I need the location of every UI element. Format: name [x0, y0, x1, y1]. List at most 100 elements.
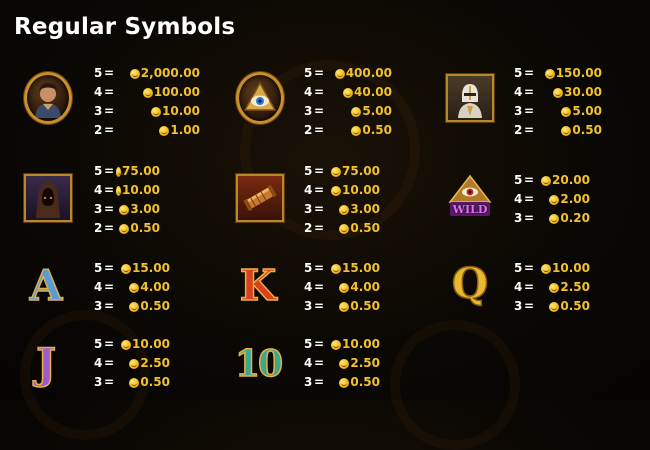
coin-icon — [351, 125, 362, 136]
pay-row: 3 = 10.00 — [94, 104, 200, 118]
coin-icon — [129, 358, 140, 369]
pay-row: 4 = 10.00 — [94, 183, 160, 197]
paytable-warrior: 5 = 2,000.00 4 = 100.00 3 = 10.00 2 = 1.00 — [94, 64, 200, 140]
coin-icon — [549, 282, 560, 293]
paytable-a: 5 = 15.00 4 = 4.00 3 = 0.50 — [94, 259, 170, 316]
coin-icon — [549, 194, 560, 205]
coin-icon — [334, 68, 345, 79]
pay-row: 5 = 15.00 — [304, 261, 380, 275]
warrior-portrait-icon — [24, 72, 72, 124]
paytable-eye: 5 = 400.00 4 = 40.00 3 = 5.00 2 = 0.50 — [304, 64, 392, 140]
eye-of-providence-icon — [236, 72, 284, 124]
pay-row: 4 = 100.00 — [94, 85, 200, 99]
letter-k-icon: K — [239, 261, 277, 310]
paytable-scroll: 5 = 75.00 4 = 10.00 3 = 3.00 2 = 0.50 — [304, 162, 380, 238]
letter-j-icon: J — [35, 339, 56, 388]
pay-row: 2 = 0.50 — [94, 221, 160, 235]
pay-row: 2 = 0.50 — [514, 123, 602, 137]
pay-row: 3 = 3.00 — [304, 202, 380, 216]
coin-icon — [343, 87, 354, 98]
paytable-q: 5 = 10.00 4 = 2.50 3 = 0.50 — [514, 259, 590, 316]
page-title: Regular Symbols — [14, 14, 236, 40]
coin-icon — [129, 282, 140, 293]
coin-icon — [339, 358, 350, 369]
background-ring-right — [390, 320, 520, 450]
pay-row: 3 = 0.50 — [304, 299, 380, 313]
coin-icon — [351, 106, 362, 117]
coin-icon — [129, 377, 140, 388]
pay-row: 4 = 4.00 — [94, 280, 170, 294]
pay-row: 5 = 2,000.00 — [94, 66, 200, 80]
paytable-wild: 5 = 20.00 4 = 2.00 3 = 0.20 — [514, 171, 590, 228]
letter-q-icon: Q — [451, 259, 489, 308]
coin-icon — [129, 68, 140, 79]
paytable-monk: 5 = 75.00 4 = 10.00 3 = 3.00 2 = 0.50 — [94, 162, 160, 238]
pay-row: 5 = 20.00 — [514, 173, 590, 187]
pay-row: 4 = 2.50 — [94, 356, 170, 370]
pay-row: 5 = 10.00 — [94, 337, 170, 351]
pay-row: 2 = 0.50 — [304, 123, 392, 137]
coin-icon — [544, 68, 555, 79]
pay-row: 4 = 2.00 — [514, 192, 590, 206]
wild-eye-pyramid-icon: WILD — [446, 172, 494, 220]
coin-icon — [331, 263, 342, 274]
pay-row: 5 = 75.00 — [94, 164, 160, 178]
pay-row: 3 = 5.00 — [304, 104, 392, 118]
pay-row: 4 = 2.50 — [514, 280, 590, 294]
coin-icon — [561, 125, 572, 136]
pay-row: 4 = 2.50 — [304, 356, 380, 370]
pay-row: 3 = 3.00 — [94, 202, 160, 216]
pay-row: 5 = 150.00 — [514, 66, 602, 80]
coin-icon — [541, 263, 552, 274]
coin-icon — [549, 301, 560, 312]
paytable-10: 5 = 10.00 4 = 2.50 3 = 0.50 — [304, 335, 380, 392]
coin-icon — [339, 223, 350, 234]
pay-row: 4 = 4.00 — [304, 280, 380, 294]
paytable-j: 5 = 10.00 4 = 2.50 3 = 0.50 — [94, 335, 170, 392]
paytable-k: 5 = 15.00 4 = 4.00 3 = 0.50 — [304, 259, 380, 316]
coin-icon — [553, 87, 564, 98]
coin-icon — [561, 106, 572, 117]
coin-icon — [142, 87, 153, 98]
pay-row: 4 = 40.00 — [304, 85, 392, 99]
coin-icon — [116, 166, 125, 177]
coin-icon — [129, 301, 140, 312]
pay-row: 3 = 0.50 — [94, 375, 170, 389]
letter-a-icon: A — [29, 261, 63, 310]
coin-icon — [119, 204, 130, 215]
coin-icon — [151, 106, 162, 117]
pay-row: 5 = 75.00 — [304, 164, 380, 178]
pay-row: 4 = 10.00 — [304, 183, 380, 197]
scroll-icon — [236, 174, 284, 222]
pay-row: 3 = 0.50 — [514, 299, 590, 313]
coin-icon — [119, 223, 130, 234]
coin-icon — [541, 175, 552, 186]
pay-row: 3 = 0.20 — [514, 211, 590, 225]
pay-row: 5 = 10.00 — [514, 261, 590, 275]
hooded-monk-icon — [24, 174, 72, 222]
pay-row: 5 = 400.00 — [304, 66, 392, 80]
coin-icon — [331, 185, 342, 196]
pay-row: 3 = 0.50 — [304, 375, 380, 389]
coin-icon — [121, 263, 132, 274]
pay-row: 3 = 5.00 — [514, 104, 602, 118]
coin-icon — [549, 213, 560, 224]
coin-icon — [331, 339, 342, 350]
coin-icon — [339, 282, 350, 293]
pay-row: 4 = 30.00 — [514, 85, 602, 99]
coin-icon — [159, 125, 170, 136]
wild-label: WILD — [452, 203, 488, 216]
coin-icon — [121, 339, 132, 350]
coin-icon — [339, 301, 350, 312]
white-knight-icon — [446, 74, 494, 122]
paytable-knight: 5 = 150.00 4 = 30.00 3 = 5.00 2 = 0.50 — [514, 64, 602, 140]
coin-icon — [339, 377, 350, 388]
pay-row: 2 = 1.00 — [94, 123, 200, 137]
pay-row: 2 = 0.50 — [304, 221, 380, 235]
coin-icon — [339, 204, 350, 215]
number-10-icon: 10 — [234, 343, 284, 385]
pay-row: 5 = 10.00 — [304, 337, 380, 351]
pay-row: 3 = 0.50 — [94, 299, 170, 313]
pay-row: 5 = 15.00 — [94, 261, 170, 275]
coin-icon — [331, 166, 342, 177]
